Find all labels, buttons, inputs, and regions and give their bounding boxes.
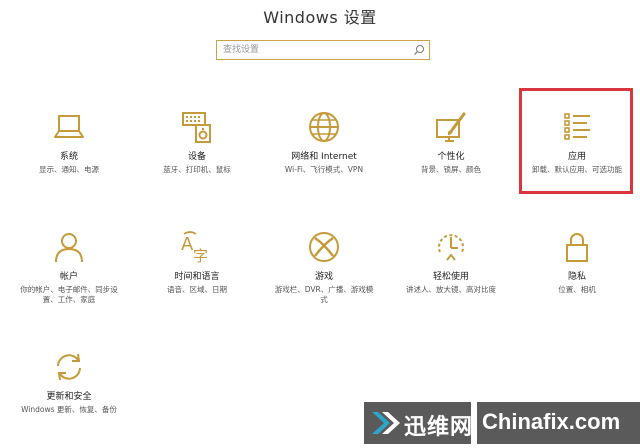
watermark-cn: 迅维网 (404, 415, 474, 440)
search-input[interactable] (223, 42, 413, 58)
time-language-icon: A 字 (181, 231, 208, 264)
tile-update-security[interactable]: 更新和安全 Windows 更新、恢复、备份 (14, 350, 124, 415)
tile-desc: 背景、锁屏、颜色 (421, 165, 481, 174)
tile-name: 系统 (59, 152, 78, 162)
watermark-logo-icon (372, 412, 400, 434)
person-icon (55, 233, 83, 263)
tile-desc: 讲述人、放大镜、高对比度 (406, 285, 496, 294)
watermark-en: Chinafix.com (482, 409, 621, 434)
tile-privacy[interactable]: 隐私 位置、相机 (522, 230, 632, 295)
tile-personalization[interactable]: 个性化 背景、锁屏、颜色 (396, 110, 506, 175)
personalization-icon (436, 112, 466, 142)
watermark: 迅维网 Chinafix.com (364, 402, 640, 444)
search-icon[interactable] (413, 44, 425, 56)
tile-desc: 位置、相机 (558, 285, 596, 294)
globe-icon (309, 112, 339, 142)
tile-desc: 语音、区域、日期 (167, 285, 227, 294)
devices-icon (182, 112, 211, 143)
tile-name: 网络和 Internet (291, 152, 357, 162)
tile-desc: Windows 更新、恢复、备份 (21, 405, 117, 414)
tile-name: 游戏 (314, 272, 333, 282)
page-title: Windows 设置 (263, 8, 377, 27)
tile-system[interactable]: 系统 显示、通知、电源 (14, 110, 124, 175)
tile-desc: 显示、通知、电源 (39, 165, 99, 174)
apps-highlight-box (519, 88, 633, 194)
tile-name: 时间和语言 (174, 272, 220, 282)
tile-name: 隐私 (567, 272, 586, 282)
lock-icon (566, 233, 588, 262)
tile-desc: 你的帐户、电子邮件、同步设置、工作、家庭 (20, 285, 118, 304)
ease-of-access-icon (438, 234, 464, 261)
tile-devices[interactable]: 设备 蓝牙、打印机、鼠标 (142, 110, 252, 175)
tile-name: 轻松使用 (432, 272, 469, 282)
tile-network[interactable]: 网络和 Internet Wi-Fi、飞行模式、VPN (269, 110, 379, 175)
tile-time-language[interactable]: A 字 时间和语言 语音、区域、日期 (142, 230, 252, 295)
tile-ease-of-access[interactable]: 轻松使用 讲述人、放大镜、高对比度 (396, 230, 506, 295)
tile-name: 更新和安全 (46, 392, 92, 402)
tile-name: 帐户 (59, 272, 78, 282)
tile-desc: Wi-Fi、飞行模式、VPN (284, 165, 364, 174)
tile-accounts[interactable]: 帐户 你的帐户、电子邮件、同步设置、工作、家庭 (14, 230, 124, 305)
search-box[interactable] (216, 40, 430, 60)
update-icon (57, 353, 81, 381)
svg-text:字: 字 (193, 247, 208, 264)
tile-desc: 蓝牙、打印机、鼠标 (163, 165, 231, 174)
laptop-icon (54, 115, 84, 138)
watermark-separator (471, 402, 477, 444)
tile-name: 设备 (187, 152, 206, 162)
tile-gaming[interactable]: 游戏 游戏栏、DVR、广播、游戏模式 (269, 230, 379, 305)
tile-desc: 游戏栏、DVR、广播、游戏模式 (274, 285, 374, 304)
xbox-icon (309, 232, 339, 262)
tile-name: 个性化 (437, 152, 465, 162)
